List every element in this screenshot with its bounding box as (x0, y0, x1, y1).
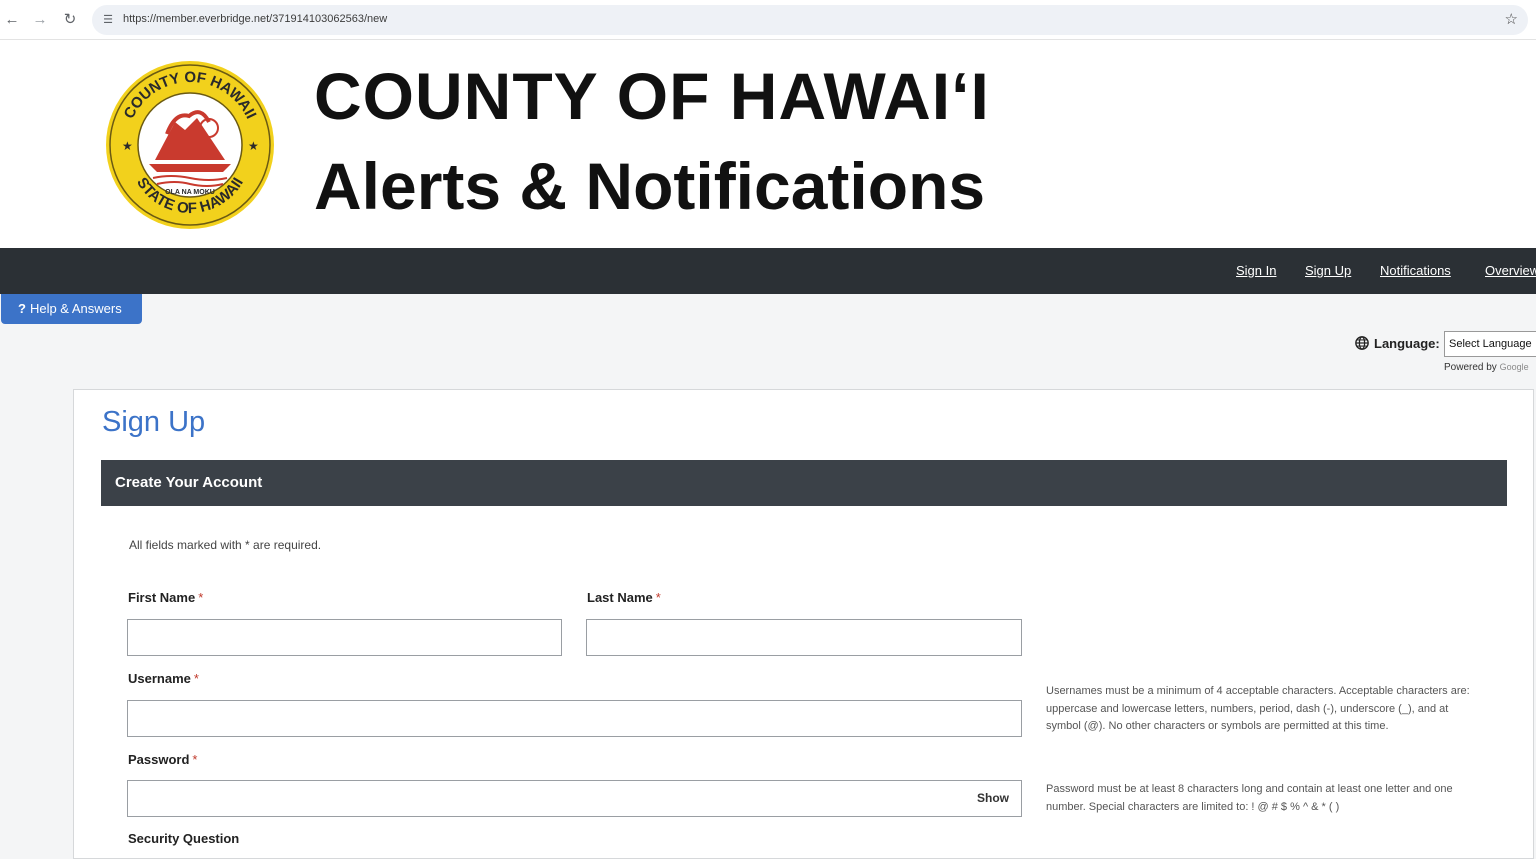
main-nav: Sign In Sign Up Notifications Overview (0, 248, 1536, 294)
svg-text:★: ★ (122, 139, 133, 153)
question-icon: ? (18, 301, 26, 316)
svg-text:OLA NA MOKU: OLA NA MOKU (165, 189, 215, 196)
username-hint: Usernames must be a minimum of 4 accepta… (1046, 685, 1470, 732)
site-header: COUNTY OF HAWAII STATE OF HAWAII ★ ★ OLA… (0, 40, 1536, 248)
arrow-left-icon[interactable]: ← (2, 10, 22, 30)
powered-by-google: Powered by Google (1444, 362, 1529, 373)
username-label: Username * (128, 671, 199, 686)
signup-card: Sign Up Create Your Account All fields m… (73, 389, 1534, 859)
site-title-county: COUNTY OF HAWAIʻI (314, 59, 990, 133)
language-label: Language: (1355, 331, 1440, 357)
password-label: Password * (128, 752, 198, 767)
required-note: All fields marked with * are required. (129, 538, 322, 552)
help-label: Help & Answers (29, 301, 122, 316)
help-answers-button[interactable]: ? Help & Answers (1, 294, 142, 324)
address-bar[interactable]: ☰ https://member.everbridge.net/37191410… (92, 5, 1528, 35)
first-name-input[interactable] (127, 619, 562, 656)
language-select[interactable]: Select Language (1444, 331, 1536, 357)
url-text[interactable]: https://member.everbridge.net/3719141030… (123, 13, 387, 25)
show-password-button[interactable]: Show (977, 791, 1009, 805)
nav-notifications[interactable]: Notifications (1380, 263, 1451, 278)
first-name-label: First Name * (128, 590, 204, 605)
county-seal-logo: COUNTY OF HAWAII STATE OF HAWAII ★ ★ OLA… (106, 61, 274, 229)
security-question-label: Security Question (128, 831, 240, 846)
reload-icon[interactable]: ↻ (60, 10, 80, 30)
globe-icon (1355, 336, 1369, 350)
last-name-input[interactable] (586, 619, 1022, 656)
site-title-alerts: Alerts & Notifications (314, 149, 986, 223)
last-name-label: Last Name * (587, 590, 661, 605)
nav-sign-up[interactable]: Sign Up (1305, 263, 1351, 278)
star-icon[interactable]: ☆ (1505, 10, 1518, 28)
section-header: Create Your Account (101, 460, 1507, 506)
password-hint: Password must be at least 8 characters l… (1046, 783, 1453, 813)
password-field[interactable]: Show (127, 780, 1022, 817)
google-logo[interactable]: Google (1500, 362, 1529, 372)
username-input[interactable] (127, 700, 1022, 737)
nav-overview[interactable]: Overview (1485, 263, 1536, 278)
tune-icon[interactable]: ☰ (100, 12, 116, 28)
arrow-right-icon[interactable]: → (30, 10, 50, 30)
svg-text:★: ★ (248, 139, 259, 153)
browser-toolbar: ← → ↻ ☰ https://member.everbridge.net/37… (0, 0, 1536, 40)
page-title: Sign Up (102, 406, 206, 438)
nav-sign-in[interactable]: Sign In (1236, 263, 1276, 278)
